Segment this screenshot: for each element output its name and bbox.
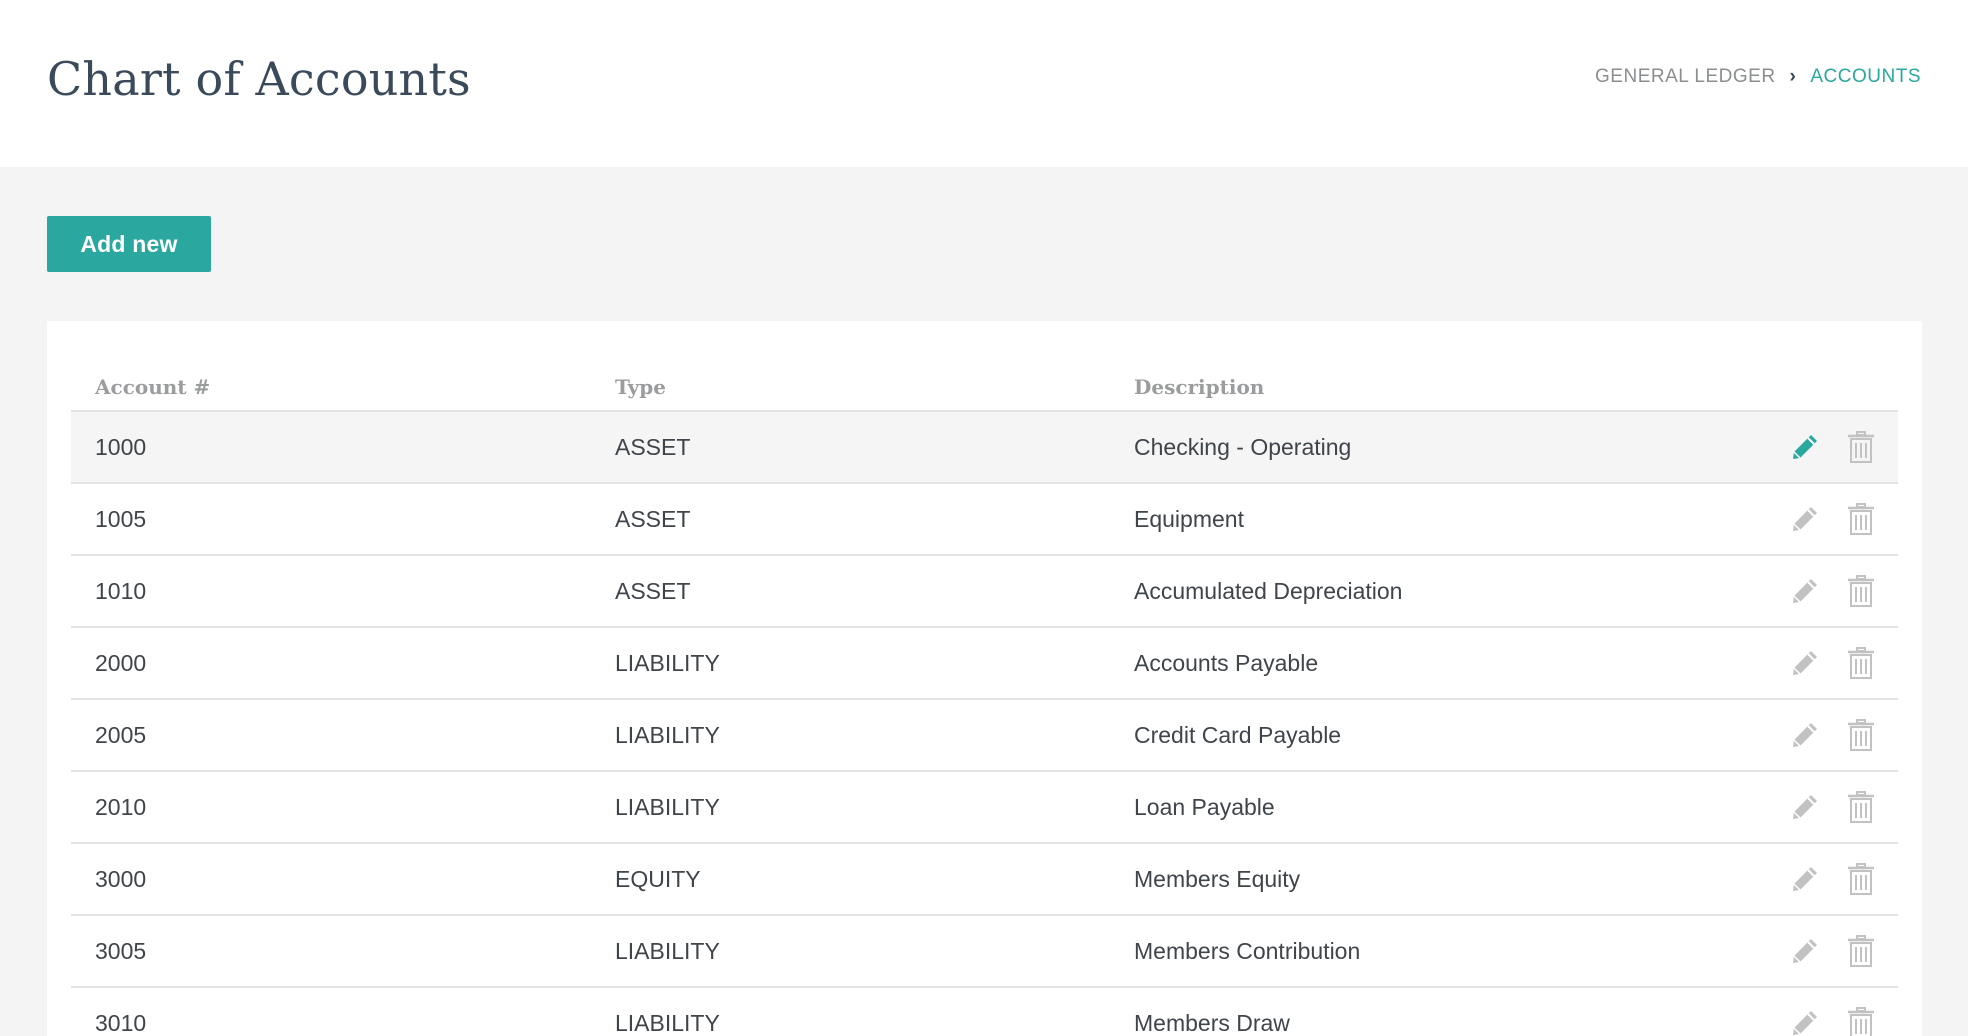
trash-icon[interactable] [1844,502,1878,536]
account-number-cell: 1005 [95,506,147,532]
table-row[interactable]: 3000 EQUITY Members Equity [71,844,1898,916]
account-description-cell: Accounts Payable [1134,650,1319,676]
trash-icon[interactable] [1844,718,1878,752]
account-number-cell: 2000 [95,650,147,676]
page-title: Chart of Accounts [47,52,471,106]
account-type-cell: ASSET [615,506,691,532]
trash-icon[interactable] [1844,430,1878,464]
pencil-icon[interactable] [1788,790,1822,824]
column-header-description[interactable]: Description [1134,375,1264,399]
account-description-cell: Credit Card Payable [1134,722,1342,748]
pencil-icon[interactable] [1788,1006,1822,1036]
trash-icon[interactable] [1844,1006,1878,1036]
account-type-cell: ASSET [615,578,691,604]
page-header: Chart of Accounts GENERAL LEDGER › ACCOU… [0,0,1968,167]
account-type-cell: LIABILITY [615,722,720,748]
breadcrumb-item-general-ledger[interactable]: GENERAL LEDGER [1595,66,1776,88]
pencil-icon[interactable] [1788,502,1822,536]
account-number-cell: 3000 [95,866,147,892]
accounts-table: Account # Type Description 1000 ASSET Chec… [71,355,1898,1036]
row-actions [1788,862,1878,896]
row-actions [1788,790,1878,824]
row-actions [1788,934,1878,968]
trash-icon[interactable] [1844,574,1878,608]
account-description-cell: Members Contribution [1134,938,1361,964]
account-description-cell: Checking - Operating [1134,434,1352,460]
add-new-button[interactable]: Add new [47,216,211,272]
column-header-account[interactable]: Account # [95,375,210,399]
account-number-cell: 1000 [95,434,147,460]
pencil-icon[interactable] [1788,430,1822,464]
account-type-cell: EQUITY [615,866,701,892]
column-header-type[interactable]: Type [615,375,666,399]
pencil-icon[interactable] [1788,862,1822,896]
table-row[interactable]: 2000 LIABILITY Accounts Payable [71,628,1898,700]
table-row[interactable]: 3010 LIABILITY Members Draw [71,988,1898,1036]
table-row[interactable]: 2010 LIABILITY Loan Payable [71,772,1898,844]
row-actions [1788,718,1878,752]
breadcrumb-item-accounts: ACCOUNTS [1810,66,1921,87]
table-row[interactable]: 3005 LIABILITY Members Contribution [71,916,1898,988]
account-type-cell: LIABILITY [615,938,720,964]
pencil-icon[interactable] [1788,718,1822,752]
account-description-cell: Loan Payable [1134,794,1275,820]
row-actions [1788,646,1878,680]
row-actions [1788,1006,1878,1036]
account-description-cell: Accumulated Depreciation [1134,578,1403,604]
row-actions [1788,430,1878,464]
account-number-cell: 3010 [95,1010,147,1036]
table-row[interactable]: 2005 LIABILITY Credit Card Payable [71,700,1898,772]
account-description-cell: Equipment [1134,506,1244,532]
pencil-icon[interactable] [1788,646,1822,680]
row-actions [1788,502,1878,536]
trash-icon[interactable] [1844,934,1878,968]
account-type-cell: ASSET [615,434,691,460]
trash-icon[interactable] [1844,862,1878,896]
breadcrumb-separator-icon: › [1789,66,1797,87]
trash-icon[interactable] [1844,790,1878,824]
account-type-cell: LIABILITY [615,650,720,676]
row-actions [1788,574,1878,608]
breadcrumb: GENERAL LEDGER › ACCOUNTS [1595,66,1921,88]
pencil-icon[interactable] [1788,574,1822,608]
table-body: 1000 ASSET Checking - Operating 1005 ASSET Eq… [71,412,1898,1036]
account-number-cell: 3005 [95,938,147,964]
table-header: Account # Type Description [71,355,1898,412]
account-number-cell: 2005 [95,722,147,748]
pencil-icon[interactable] [1788,934,1822,968]
account-description-cell: Members Equity [1134,866,1301,892]
account-description-cell: Members Draw [1134,1010,1290,1036]
account-number-cell: 1010 [95,578,147,604]
table-row[interactable]: 1000 ASSET Checking - Operating [71,412,1898,484]
trash-icon[interactable] [1844,646,1878,680]
account-number-cell: 2010 [95,794,147,820]
account-type-cell: LIABILITY [615,794,720,820]
table-row[interactable]: 1005 ASSET Equipment [71,484,1898,556]
table-row[interactable]: 1010 ASSET Accumulated Depreciation [71,556,1898,628]
account-type-cell: LIABILITY [615,1010,720,1036]
accounts-card: Account # Type Description 1000 ASSET Chec… [47,321,1922,1036]
